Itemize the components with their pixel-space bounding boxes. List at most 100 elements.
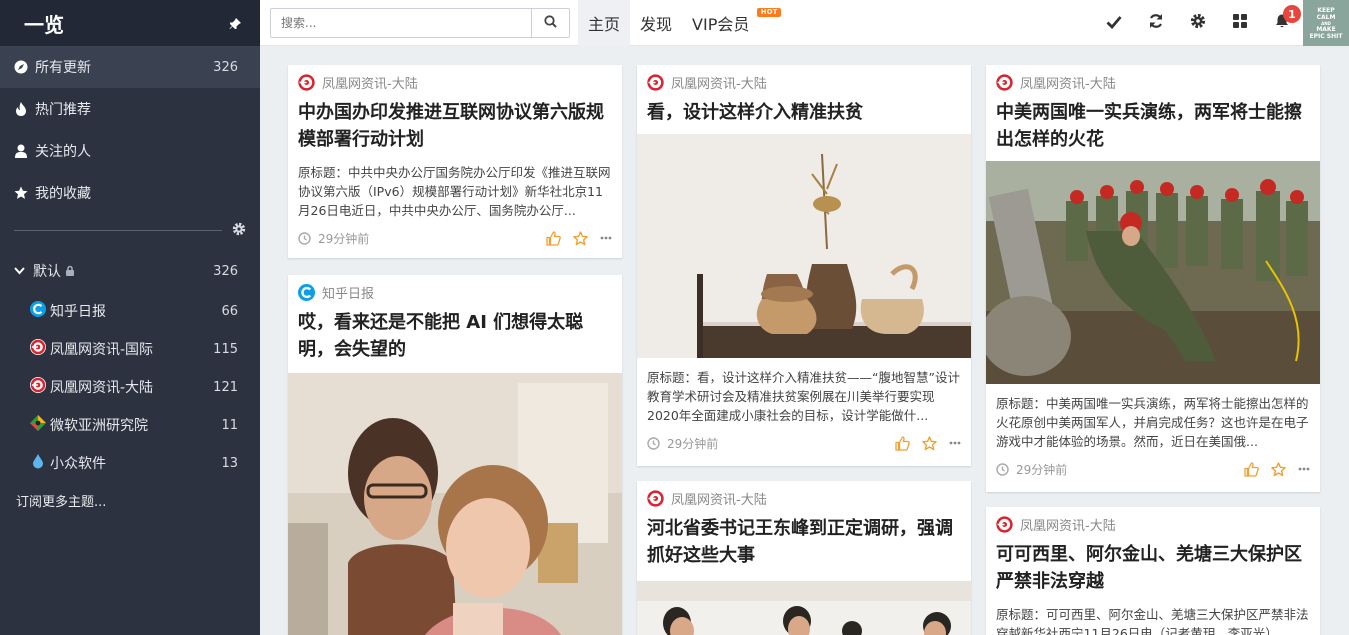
avatar-text: MAKE (1316, 25, 1336, 33)
card-time-label: 29分钟前 (318, 231, 370, 246)
card-image[interactable] (637, 134, 971, 358)
thumbs-up-icon[interactable] (546, 230, 561, 246)
sidebar-feed-ifeng-intl[interactable]: 凤凰网资讯-国际 115 (0, 330, 260, 368)
zhihu-logo-icon (30, 301, 46, 321)
article-card[interactable]: 凤凰网资讯-大陆 中美两国唯一实兵演练，两军将士能擦出怎样的火花 原标题：中美两… (986, 65, 1320, 492)
card-image[interactable] (288, 373, 622, 635)
card-source: 凤凰网资讯-大陆 (637, 65, 971, 99)
feed-count: 66 (221, 303, 238, 319)
user-icon (14, 144, 28, 158)
card-source-label: 凤凰网资讯-大陆 (322, 76, 418, 92)
card-source-label: 知乎日报 (322, 286, 375, 302)
article-card[interactable]: 凤凰网资讯-大陆 可可西里、阿尔金山、羌塘三大保护区严禁非法穿越 原标题：可可西… (986, 507, 1320, 635)
favorite-star-icon[interactable] (922, 435, 937, 451)
tab-home[interactable]: 主页 (578, 0, 631, 46)
card-summary: 原标题：看，设计这样介入精准扶贫——“腹地智慧”设计教育学术研讨会及精准扶贫案例… (647, 370, 960, 423)
favorite-star-icon[interactable] (1271, 461, 1286, 477)
lock-icon (65, 264, 75, 280)
search-button[interactable] (531, 8, 569, 37)
card-image[interactable] (986, 161, 1320, 384)
card-source-label: 凤凰网资讯-大陆 (1020, 76, 1116, 92)
card-summary: 原标题：中共中央办公厅国务院办公厅印发《推进互联网协议第六版（IPv6）规模部署… (298, 165, 611, 218)
tab-vip[interactable]: VIP会员 HOT (682, 0, 782, 46)
card-footer: 29分钟前 (637, 425, 971, 461)
zhihu-logo-icon (298, 283, 315, 301)
sidebar-feed-msra[interactable]: 微软亚洲研究院 11 (0, 406, 260, 444)
search-icon (544, 13, 557, 32)
sidebar-item-favorites[interactable]: 我的收藏 (0, 172, 260, 214)
card-title[interactable]: 河北省委书记王东峰到正定调研，强调抓好这些大事 (637, 515, 971, 569)
clock-icon (996, 462, 1009, 476)
ifeng-logo-icon (996, 73, 1013, 91)
avatar-text: KEEP (1317, 6, 1335, 14)
group-label: 默认 (33, 261, 213, 281)
tab-discover[interactable]: 发现 (630, 0, 682, 46)
search-input[interactable] (271, 8, 531, 37)
avatar-text: EPIC SHIT (1309, 32, 1343, 40)
clock-icon (298, 231, 311, 245)
ifeng-logo-icon (996, 515, 1013, 533)
sidebar-feed-ifeng-mainland[interactable]: 凤凰网资讯-大陆 121 (0, 368, 260, 406)
sidebar-feed-zhihu[interactable]: 知乎日报 66 (0, 292, 260, 330)
card-footer: 29分钟前 (986, 451, 1320, 487)
sidebar-item-all-updates[interactable]: 所有更新 326 (0, 46, 260, 88)
sidebar-item-count: 326 (213, 59, 238, 75)
gear-icon[interactable] (232, 221, 246, 240)
search-box (270, 7, 570, 38)
ifeng-logo-icon (30, 339, 46, 359)
refresh-button[interactable] (1135, 0, 1177, 46)
sidebar-group-default[interactable]: 默认 326 (0, 250, 260, 292)
ifeng-logo-icon (30, 377, 46, 397)
feed-count: 13 (221, 455, 238, 471)
card-title[interactable]: 看，设计这样介入精准扶贫 (637, 99, 971, 126)
user-avatar[interactable]: KEEP CALM AND MAKE EPIC SHIT (1303, 0, 1349, 46)
gear-icon (1190, 13, 1206, 33)
chevron-down-icon[interactable] (14, 263, 25, 279)
card-title[interactable]: 可可西里、阿尔金山、羌塘三大保护区严禁非法穿越 (986, 541, 1320, 595)
ifeng-logo-icon (647, 489, 664, 507)
favorite-star-icon[interactable] (573, 230, 588, 246)
article-card[interactable]: 知乎日报 哎，看来还是不能把 AI 们想得太聪明，会失望的 (288, 275, 622, 635)
feed-count: 121 (213, 379, 238, 395)
ifeng-logo-icon (647, 73, 664, 91)
card-source: 知乎日报 (288, 275, 622, 309)
pin-icon[interactable] (228, 16, 242, 30)
layout-button[interactable] (1219, 0, 1261, 46)
notifications-button[interactable]: 1 (1261, 0, 1303, 46)
hot-badge: HOT (756, 7, 782, 17)
card-source-label: 凤凰网资讯-大陆 (671, 76, 767, 92)
feed-label: 小众软件 (50, 456, 106, 472)
card-title[interactable]: 中美两国唯一实兵演练，两军将士能擦出怎样的火花 (986, 99, 1320, 153)
sidebar-item-label: 我的收藏 (35, 186, 91, 202)
sidebar-item-hot[interactable]: 热门推荐 (0, 88, 260, 130)
card-footer: 29分钟前 (288, 220, 622, 256)
card-time-label: 29分钟前 (667, 436, 719, 451)
sidebar-item-label: 关注的人 (35, 144, 91, 160)
sidebar-item-label: 热门推荐 (35, 102, 91, 118)
card-title[interactable]: 中办国办印发推进互联网协议第六版规模部署行动计划 (288, 99, 622, 153)
sidebar-feed-appinn[interactable]: 小众软件 13 (0, 444, 260, 482)
thumbs-up-icon[interactable] (895, 435, 910, 451)
mark-read-button[interactable] (1093, 0, 1135, 46)
article-card[interactable]: 凤凰网资讯-大陆 河北省委书记王东峰到正定调研，强调抓好这些大事 (637, 481, 971, 635)
toolbar: 1 (1093, 0, 1303, 46)
card-title[interactable]: 哎，看来还是不能把 AI 们想得太聪明，会失望的 (288, 309, 622, 363)
card-actions (1232, 461, 1310, 477)
more-icon[interactable] (1298, 467, 1310, 471)
feed-count: 115 (213, 341, 238, 357)
settings-button[interactable] (1177, 0, 1219, 46)
card-image[interactable] (637, 581, 971, 635)
more-icon[interactable] (949, 441, 961, 445)
group-label-text: 默认 (33, 264, 61, 280)
card-source: 凤凰网资讯-大陆 (288, 65, 622, 99)
article-card[interactable]: 凤凰网资讯-大陆 看，设计这样介入精准扶贫 原标题：看，设计这样介入精准扶贫——… (637, 65, 971, 466)
card-source: 凤凰网资讯-大陆 (637, 481, 971, 515)
subscribe-more-link[interactable]: 订阅更多主题... (0, 482, 260, 518)
main-nav: 主页 发现 VIP会员 HOT (578, 0, 782, 46)
thumbs-up-icon[interactable] (1244, 461, 1259, 477)
more-icon[interactable] (600, 236, 612, 240)
sidebar-item-following[interactable]: 关注的人 (0, 130, 260, 172)
feed-label: 凤凰网资讯-大陆 (50, 380, 154, 396)
clock-icon (647, 436, 660, 450)
article-card[interactable]: 凤凰网资讯-大陆 中办国办印发推进互联网协议第六版规模部署行动计划 原标题：中共… (288, 65, 622, 258)
